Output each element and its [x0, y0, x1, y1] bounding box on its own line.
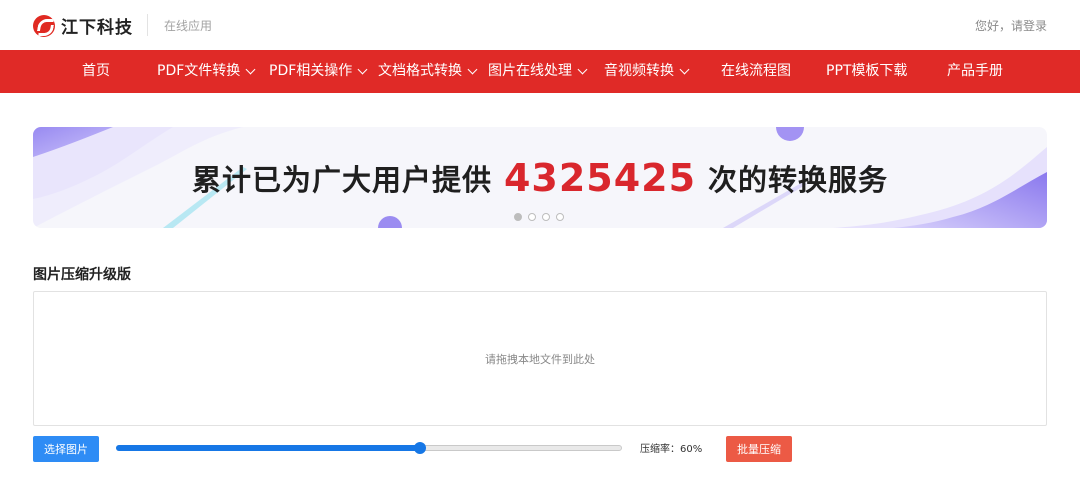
chevron-down-icon — [357, 64, 368, 75]
nav-item-pdf-convert[interactable]: PDF文件转换 — [157, 50, 256, 93]
select-image-button[interactable]: 选择图片 — [33, 436, 99, 462]
batch-compress-button[interactable]: 批量压缩 — [726, 436, 792, 462]
main-nav: 首页 PDF文件转换 PDF相关操作 文档格式转换 图片在线处理 音视频转换 在… — [0, 50, 1080, 93]
slider-thumb[interactable] — [414, 442, 426, 454]
compression-ratio-label: 压缩率：60% — [640, 444, 703, 455]
nav-item-label: 在线流程图 — [721, 63, 791, 79]
nav-item-label: 文档格式转换 — [378, 63, 462, 79]
nav-item-label: PDF相关操作 — [269, 63, 353, 79]
nav-item-ppt-templates[interactable]: PPT模板下载 — [826, 50, 907, 93]
chevron-down-icon — [679, 64, 690, 75]
slider-fill — [116, 445, 420, 451]
nav-item-flowchart[interactable]: 在线流程图 — [721, 50, 791, 93]
carousel-dot[interactable] — [528, 213, 536, 221]
nav-item-doc-convert[interactable]: 文档格式转换 — [378, 50, 478, 93]
brand-logo-icon — [33, 14, 55, 37]
brand-logo[interactable]: 江下科技 — [33, 13, 133, 38]
header-subtitle: 在线应用 — [164, 19, 213, 33]
tool-title: 图片压缩升级版 — [33, 267, 131, 283]
nav-item-label: PPT模板下载 — [826, 63, 908, 79]
nav-item-home[interactable]: 首页 — [82, 50, 110, 93]
compression-ratio-slider[interactable] — [116, 442, 622, 454]
brand-name: 江下科技 — [61, 18, 133, 38]
carousel-dot[interactable] — [556, 213, 564, 221]
login-link[interactable]: 您好，请登录 — [975, 17, 1047, 34]
banner-text-before: 累计已为广大用户提供 — [191, 162, 492, 197]
nav-item-image-process[interactable]: 图片在线处理 — [488, 50, 588, 93]
header-divider — [147, 14, 148, 36]
nav-item-label: 首页 — [82, 63, 110, 79]
nav-item-label: 图片在线处理 — [488, 63, 572, 79]
stats-banner[interactable]: 累计已为广大用户提供 4325425 次的转换服务 — [33, 127, 1047, 228]
carousel-indicators — [514, 213, 564, 221]
carousel-dot[interactable] — [514, 213, 522, 221]
nav-item-manual[interactable]: 产品手册 — [947, 50, 1003, 93]
banner-count: 4325425 — [503, 155, 697, 200]
nav-item-label: 音视频转换 — [604, 63, 674, 79]
banner-text-after: 次的转换服务 — [708, 162, 889, 197]
dropzone-hint: 请拖拽本地文件到此处 — [485, 352, 595, 366]
chevron-down-icon — [467, 64, 478, 75]
carousel-dot[interactable] — [542, 213, 550, 221]
nav-item-label: PDF文件转换 — [157, 63, 241, 79]
top-header: 江下科技 在线应用 您好，请登录 — [0, 0, 1080, 50]
nav-item-av-convert[interactable]: 音视频转换 — [604, 50, 690, 93]
file-dropzone[interactable]: 请拖拽本地文件到此处 — [33, 291, 1047, 426]
chevron-down-icon — [245, 64, 256, 75]
chevron-down-icon — [577, 64, 588, 75]
nav-item-pdf-operations[interactable]: PDF相关操作 — [269, 50, 368, 93]
nav-item-label: 产品手册 — [947, 63, 1003, 79]
